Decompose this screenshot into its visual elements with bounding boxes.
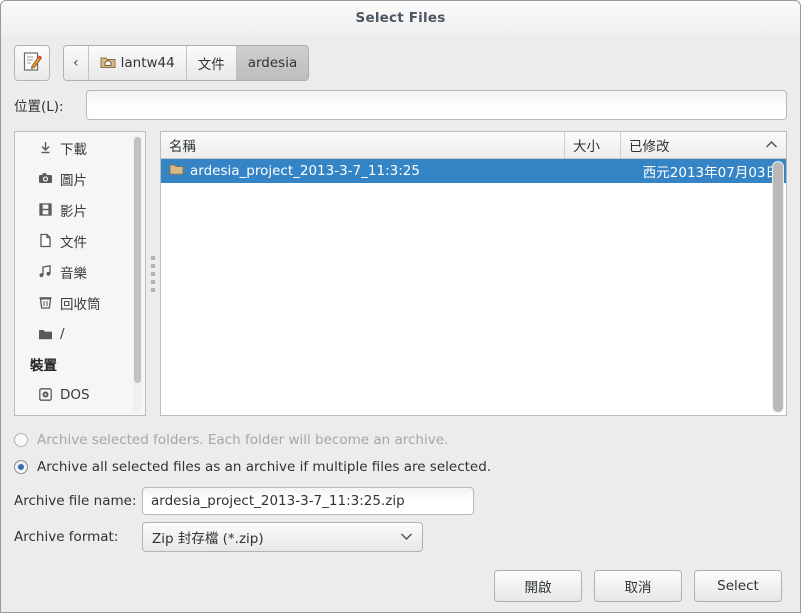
breadcrumb-item-ardesia[interactable]: ardesia: [236, 46, 309, 80]
radio-icon: [14, 432, 28, 447]
breadcrumb-label: ardesia: [247, 55, 298, 71]
archive-name-label: Archive file name:: [14, 493, 137, 509]
sidebar-item-documents[interactable]: 文件: [15, 225, 135, 256]
breadcrumb-label: 文件: [197, 57, 225, 73]
archive-format-label: Archive format:: [14, 529, 119, 545]
chevron-down-icon: [400, 531, 413, 544]
file-list-pane: 名稱 大小 已修改 ardesia_project_2013-3-7_11:3:…: [160, 131, 787, 416]
film-icon: [37, 202, 53, 218]
column-header-label: 名稱: [169, 139, 196, 155]
location-label: 位置(L):: [14, 99, 64, 115]
pane-splitter[interactable]: [146, 131, 160, 416]
archive-options: Archive selected folders. Each folder wi…: [1, 416, 800, 552]
sidebar-item-root[interactable]: /: [15, 318, 135, 349]
sidebar-item-label: /: [60, 325, 65, 342]
download-icon: [37, 140, 53, 156]
sidebar-item-downloads[interactable]: 下載: [15, 132, 135, 163]
column-header-label: 大小: [573, 139, 600, 155]
radio-selected-icon: [14, 459, 28, 474]
document-icon: [37, 233, 53, 249]
breadcrumb-back-button[interactable]: ‹: [64, 46, 89, 80]
edit-location-button[interactable]: [14, 45, 50, 81]
location-row: 位置(L):: [1, 87, 800, 123]
breadcrumb: ‹ lantw44 文件 ardesia: [63, 45, 310, 81]
browser-panes: 下載 圖片 影片 文件 音樂 回收筒 / 裝置 DOS 名稱 大小 已修改 ar…: [14, 131, 787, 416]
archive-name-row: Archive file name:: [14, 487, 787, 515]
sidebar-item-label: DOS: [60, 386, 90, 403]
table-row[interactable]: ardesia_project_2013-3-7_11:3:25 西元2013年…: [161, 159, 786, 183]
sidebar-item-label: 圖片: [60, 172, 87, 189]
archive-format-value: Zip 封存檔 (*.zip): [152, 531, 264, 547]
file-name-cell: ardesia_project_2013-3-7_11:3:25: [161, 162, 565, 180]
sidebar-item-trash[interactable]: 回收筒: [15, 287, 135, 318]
file-modified-cell: 西元2013年07月03日: [642, 165, 779, 181]
location-input[interactable]: [86, 90, 787, 120]
edit-document-icon: [22, 51, 43, 76]
sidebar-item-dos-1[interactable]: DOS: [15, 379, 135, 410]
trash-icon: [37, 295, 53, 311]
breadcrumb-item-documents[interactable]: 文件: [186, 46, 237, 80]
sort-ascending-icon: [765, 139, 778, 152]
radio-archive-selected-folders[interactable]: Archive selected folders. Each folder wi…: [14, 426, 787, 453]
breadcrumb-label: lantw44: [120, 55, 175, 71]
archive-format-row: Archive format: Zip 封存檔 (*.zip): [14, 522, 787, 552]
radio-label: Archive selected folders. Each folder wi…: [37, 431, 449, 448]
drive-icon: [37, 387, 53, 403]
music-note-icon: [37, 264, 53, 280]
sidebar-scrollbar-thumb[interactable]: [134, 137, 141, 383]
file-name-label: ardesia_project_2013-3-7_11:3:25: [190, 163, 420, 179]
folder-icon: [169, 162, 184, 180]
file-list-body: ardesia_project_2013-3-7_11:3:25 西元2013年…: [161, 159, 786, 415]
sidebar-item-pictures[interactable]: 圖片: [15, 163, 135, 194]
title-bar: Select Files: [1, 1, 800, 35]
sidebar-devices-header: 裝置: [30, 358, 57, 374]
file-list-scrollbar[interactable]: [772, 161, 784, 413]
sidebar-item-label: 文件: [60, 234, 87, 251]
home-folder-icon: [100, 54, 116, 73]
folder-icon: [37, 326, 53, 342]
sidebar-item-music[interactable]: 音樂: [15, 256, 135, 287]
column-header-name[interactable]: 名稱: [161, 132, 565, 158]
column-header-modified[interactable]: 已修改: [621, 132, 786, 158]
cancel-button[interactable]: 取消: [594, 570, 682, 602]
select-files-dialog: Select Files ‹ lantw44 文件 ardesia 位置(L):…: [0, 0, 801, 613]
page-title: Select Files: [355, 10, 446, 26]
breadcrumb-item-lantw44[interactable]: lantw44: [88, 46, 187, 80]
dialog-footer: 開啟 取消 Select: [1, 560, 800, 612]
sidebar-item-videos[interactable]: 影片: [15, 194, 135, 225]
toolbar: ‹ lantw44 文件 ardesia: [1, 35, 800, 85]
sidebar-item-label: 音樂: [60, 265, 87, 282]
sidebar-scrollbar[interactable]: [133, 135, 142, 412]
places-list: 下載 圖片 影片 文件 音樂 回收筒 / 裝置 DOS: [15, 132, 135, 415]
splitter-grip-icon: [151, 255, 155, 292]
places-sidebar[interactable]: 下載 圖片 影片 文件 音樂 回收筒 / 裝置 DOS: [14, 131, 146, 416]
sidebar-item-label: 回收筒: [60, 296, 101, 313]
column-header-size[interactable]: 大小: [565, 132, 621, 158]
open-button[interactable]: 開啟: [494, 570, 582, 602]
sidebar-item-label: 影片: [60, 203, 87, 220]
sidebar-item-label: 下載: [60, 141, 87, 158]
sidebar-item-dos-2[interactable]: DOS: [15, 410, 135, 415]
archive-format-select[interactable]: Zip 封存檔 (*.zip): [142, 522, 423, 552]
file-list-scrollbar-thumb[interactable]: [773, 162, 783, 412]
column-header-label: 已修改: [629, 139, 670, 155]
file-list-header: 名稱 大小 已修改: [161, 132, 786, 159]
camera-icon: [37, 171, 53, 187]
select-button[interactable]: Select: [694, 570, 782, 602]
radio-archive-all-files[interactable]: Archive all selected files as an archive…: [14, 453, 787, 480]
archive-name-input[interactable]: [142, 487, 474, 515]
radio-label: Archive all selected files as an archive…: [37, 458, 492, 475]
